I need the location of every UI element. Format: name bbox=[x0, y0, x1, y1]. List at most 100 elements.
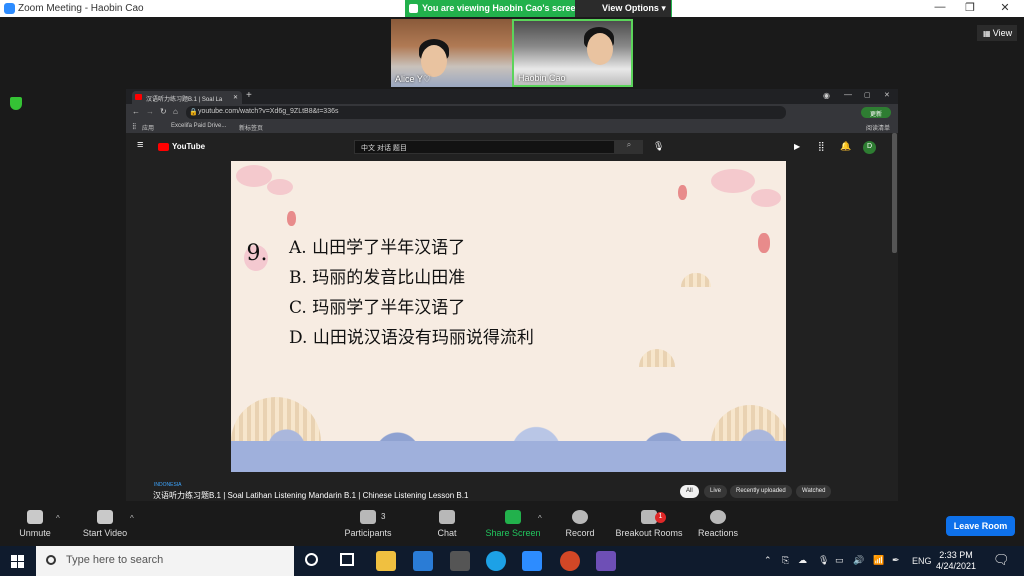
participant-video-tile[interactable]: Alice Y♡ bbox=[391, 19, 512, 87]
browser-minimize-icon[interactable]: — bbox=[844, 90, 852, 99]
youtube-play-icon bbox=[158, 143, 169, 151]
muted-microphone-icon bbox=[27, 510, 43, 524]
share-screen-icon bbox=[505, 510, 521, 524]
youtube-logo[interactable]: YouTube bbox=[158, 142, 205, 151]
windows-start-icon[interactable] bbox=[0, 546, 36, 576]
reading-list-button[interactable]: 阅读清单 bbox=[866, 123, 890, 132]
file-explorer-icon[interactable] bbox=[376, 551, 396, 571]
bookmarks-bar: ⣿ 应用 Excelifa Paid Drive... 新标签页 阅读清单 bbox=[126, 121, 898, 133]
clock-date: 4/24/2021 bbox=[935, 561, 977, 571]
account-avatar[interactable]: D bbox=[863, 141, 876, 154]
notifications-bell-icon[interactable]: 🔔 bbox=[840, 141, 851, 152]
speaker-icon bbox=[409, 4, 418, 13]
share-options-caret[interactable]: ^ bbox=[538, 514, 542, 523]
youtube-logo-text: YouTube bbox=[172, 142, 206, 151]
taskbar-search-input[interactable]: Type here to search bbox=[36, 546, 294, 576]
window-title: Zoom Meeting - Haobin Cao bbox=[18, 3, 144, 14]
create-video-icon[interactable]: ▶ bbox=[794, 142, 800, 151]
unmute-button[interactable]: Unmute bbox=[14, 510, 56, 544]
microphone-icon[interactable]: 🎙 bbox=[653, 141, 664, 152]
blossom-decoration bbox=[751, 189, 781, 207]
taskbar-search-placeholder: Type here to search bbox=[66, 554, 164, 566]
view-options-button[interactable]: View Options ▾ bbox=[575, 0, 672, 17]
browser-restore-icon[interactable]: ▢ bbox=[864, 91, 871, 99]
onedrive-cloud-icon[interactable]: ☁ bbox=[798, 555, 807, 566]
powerpoint-icon[interactable] bbox=[560, 551, 580, 571]
pen-icon[interactable]: ✒ bbox=[892, 555, 900, 566]
tab-close-icon[interactable]: ✕ bbox=[233, 94, 238, 101]
network-icon[interactable]: ⎘ bbox=[782, 555, 789, 566]
lantern-decoration bbox=[287, 211, 296, 226]
blossom-decoration bbox=[267, 179, 293, 195]
share-screen-button[interactable]: Share Screen bbox=[484, 510, 542, 544]
participants-count: 3 bbox=[381, 512, 386, 521]
participants-button[interactable]: Participants bbox=[340, 510, 396, 544]
address-bar[interactable]: 🔒 youtube.com/watch?v=Xd6g_9ZLtB8&t=336s bbox=[186, 106, 786, 119]
wifi-icon[interactable]: 📶 bbox=[873, 555, 884, 566]
cortana-icon[interactable] bbox=[305, 553, 318, 566]
windows-taskbar: Type here to search ⌃ ⎘ ☁ 🎙 ▭ 🔊 📶 ✒ ENG … bbox=[0, 546, 1024, 576]
forward-arrow-icon[interactable]: → bbox=[146, 107, 154, 116]
breakout-rooms-button[interactable]: Breakout Rooms bbox=[614, 510, 684, 544]
view-layout-button[interactable]: ▦ View bbox=[977, 25, 1017, 41]
video-location-tag[interactable]: INDONESIA bbox=[154, 482, 182, 488]
video-title: 汉语听力练习题B.1 | Soal Latihan Listening Mand… bbox=[153, 491, 469, 500]
pinned-app-icon[interactable] bbox=[596, 551, 616, 571]
close-button[interactable]: ✕ bbox=[990, 1, 1020, 16]
security-shield-icon[interactable] bbox=[10, 97, 22, 110]
participant-video-tile-active-speaker[interactable]: Haobin Cao bbox=[512, 19, 633, 87]
chat-icon bbox=[439, 510, 455, 524]
chat-button[interactable]: Chat bbox=[430, 510, 464, 544]
participant-face bbox=[587, 33, 613, 65]
microphone-tray-icon[interactable]: 🎙 bbox=[818, 555, 829, 566]
filter-chip-watched[interactable]: Watched bbox=[796, 485, 832, 498]
bookmark-excelifa[interactable]: Excelifa Paid Drive... bbox=[171, 123, 226, 129]
new-tab-button[interactable]: + bbox=[246, 90, 252, 101]
language-indicator[interactable]: ENG bbox=[912, 556, 932, 566]
hamburger-menu-icon[interactable]: ≡ bbox=[137, 139, 143, 151]
battery-icon[interactable]: ▭ bbox=[835, 555, 844, 566]
apps-icon[interactable]: ⣿ bbox=[132, 123, 136, 130]
reload-icon[interactable]: ↻ bbox=[160, 107, 167, 116]
record-icon bbox=[572, 510, 588, 524]
start-video-button[interactable]: Start Video bbox=[80, 510, 130, 544]
edge-browser-icon[interactable] bbox=[486, 551, 506, 571]
bookmark-apps[interactable]: 应用 bbox=[142, 123, 154, 132]
youtube-header: ≡ YouTube 中文 对话 题目 ⌕ 🎙 ▶ ⣿ 🔔 D bbox=[126, 133, 898, 160]
show-hidden-icons-caret[interactable]: ⌃ bbox=[764, 555, 772, 566]
volume-icon[interactable]: 🔊 bbox=[853, 555, 864, 566]
bookmark-new-tab[interactable]: 新标签页 bbox=[239, 123, 263, 132]
taskbar-clock[interactable]: 2:33 PM 4/24/2021 bbox=[934, 550, 978, 572]
back-arrow-icon[interactable]: ← bbox=[132, 107, 140, 116]
reactions-button[interactable]: Reactions bbox=[696, 510, 740, 544]
record-button[interactable]: Record bbox=[562, 510, 598, 544]
filter-chip-recently-uploaded[interactable]: Recently uploaded bbox=[730, 485, 792, 498]
youtube-search-input[interactable]: 中文 对话 题目 bbox=[354, 140, 615, 154]
store-icon[interactable] bbox=[450, 551, 470, 571]
minimize-button[interactable]: — bbox=[925, 1, 955, 16]
action-center-icon[interactable]: 🗨 bbox=[993, 552, 1010, 568]
zoom-taskbar-icon[interactable] bbox=[522, 551, 542, 571]
audio-options-caret[interactable]: ^ bbox=[56, 514, 60, 523]
browser-close-icon[interactable]: ✕ bbox=[884, 91, 890, 99]
mail-icon[interactable] bbox=[413, 551, 433, 571]
home-icon[interactable]: ⌂ bbox=[173, 107, 178, 116]
grid-icon: ▦ bbox=[983, 29, 993, 38]
apps-grid-icon[interactable]: ⣿ bbox=[818, 141, 825, 152]
fan-decoration bbox=[639, 349, 675, 367]
filter-chip-live[interactable]: Live bbox=[704, 485, 728, 498]
video-options-caret[interactable]: ^ bbox=[130, 514, 134, 523]
restore-button[interactable]: ❐ bbox=[955, 1, 985, 16]
leave-room-button[interactable]: Leave Room bbox=[946, 516, 1015, 536]
task-view-icon[interactable] bbox=[340, 553, 354, 566]
browser-account-icon[interactable]: ◉ bbox=[823, 91, 830, 100]
view-label: View bbox=[992, 28, 1013, 38]
video-player[interactable]: 9. A. 山田学了半年汉语了 B. 玛丽的发音比山田准 C. 玛丽学了半年汉语… bbox=[231, 161, 786, 472]
filter-chip-all[interactable]: All bbox=[680, 485, 699, 498]
answer-option-b: B. 玛丽的发音比山田准 bbox=[289, 268, 466, 288]
browser-tab[interactable]: 汉语听力练习题B.1 | Soal La ✕ bbox=[132, 91, 242, 104]
search-icon[interactable]: ⌕ bbox=[615, 140, 643, 154]
participant-name: Haobin Cao bbox=[518, 73, 566, 83]
chrome-update-button[interactable]: 更新 bbox=[861, 107, 891, 118]
page-scrollbar[interactable] bbox=[892, 133, 897, 253]
